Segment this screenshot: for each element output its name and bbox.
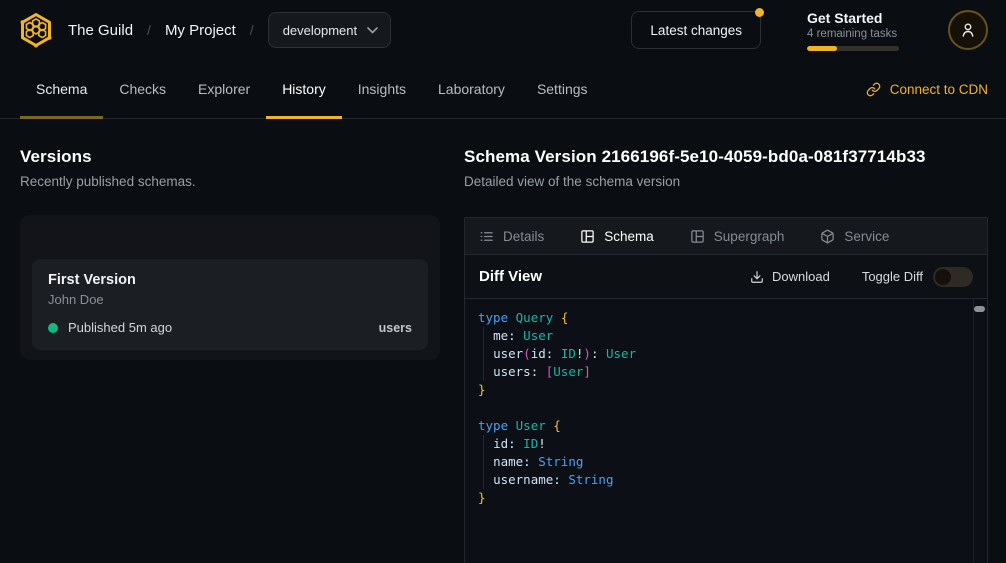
target-selector-value: development bbox=[283, 23, 357, 38]
download-label: Download bbox=[772, 269, 830, 284]
notification-dot bbox=[755, 8, 764, 17]
breadcrumb: The Guild / My Project / development bbox=[68, 12, 391, 48]
graphql-code: type Query { me: User user(id: ID!): Use… bbox=[465, 299, 987, 507]
list-icon bbox=[479, 229, 494, 244]
switch-knob bbox=[935, 269, 951, 285]
version-name: First Version bbox=[48, 272, 412, 288]
code-line: type User { bbox=[478, 417, 963, 435]
schema-version-panel: Schema Version 2166196f-5e10-4059-bd0a-0… bbox=[464, 119, 988, 563]
link-icon bbox=[866, 82, 881, 97]
tab-details[interactable]: Details bbox=[479, 229, 544, 244]
get-started-widget[interactable]: Get Started 4 remaining tasks bbox=[807, 10, 902, 51]
version-author: John Doe bbox=[48, 292, 412, 307]
tab-supergraph-label: Supergraph bbox=[714, 229, 785, 244]
tab-schema[interactable]: Schema bbox=[580, 229, 654, 244]
latest-changes-label: Latest changes bbox=[650, 23, 742, 38]
nav-tab-history[interactable]: History bbox=[266, 60, 342, 118]
nav-tab-laboratory[interactable]: Laboratory bbox=[422, 60, 521, 118]
header-left: The Guild / My Project / development bbox=[16, 10, 391, 50]
code-line bbox=[478, 399, 963, 417]
download-button[interactable]: Download bbox=[750, 269, 830, 284]
scrollbar-thumb[interactable] bbox=[974, 306, 985, 312]
nav-tab-schema[interactable]: Schema bbox=[20, 60, 103, 118]
code-line: user(id: ID!): User bbox=[478, 345, 963, 363]
version-status-row: Published 5m ago users bbox=[48, 320, 412, 335]
get-started-progress-bar bbox=[807, 46, 899, 51]
get-started-title: Get Started bbox=[807, 10, 902, 26]
schema-version-subtitle: Detailed view of the schema version bbox=[464, 174, 988, 189]
diff-view-title: Diff View bbox=[479, 268, 542, 285]
hive-logo[interactable] bbox=[16, 10, 56, 50]
code-line: } bbox=[478, 489, 963, 507]
connect-to-cdn-label: Connect to CDN bbox=[890, 82, 988, 97]
versions-list-card: First Version John Doe Published 5m ago … bbox=[20, 215, 440, 360]
tab-supergraph[interactable]: Supergraph bbox=[690, 229, 785, 244]
code-line: me: User bbox=[478, 327, 963, 345]
diff-toolbar: Diff View Download Toggle Diff bbox=[465, 255, 987, 299]
user-avatar[interactable] bbox=[948, 10, 988, 50]
latest-changes-button[interactable]: Latest changes bbox=[631, 11, 761, 49]
chevron-down-icon bbox=[367, 27, 378, 34]
nav-tabs: Schema Checks Explorer History Insights … bbox=[20, 60, 604, 118]
panels-icon bbox=[580, 229, 595, 244]
tab-service[interactable]: Service bbox=[820, 229, 889, 244]
get-started-subtitle: 4 remaining tasks bbox=[807, 28, 902, 40]
code-line: type Query { bbox=[478, 309, 963, 327]
panels-icon bbox=[690, 229, 705, 244]
header-right: Latest changes Get Started 4 remaining t… bbox=[631, 10, 988, 51]
code-line: name: String bbox=[478, 453, 963, 471]
toggle-diff-switch[interactable] bbox=[933, 267, 973, 287]
main-nav: Schema Checks Explorer History Insights … bbox=[0, 60, 1006, 119]
code-line: users: [User] bbox=[478, 363, 963, 381]
nav-tab-explorer[interactable]: Explorer bbox=[182, 60, 266, 118]
tab-schema-label: Schema bbox=[604, 229, 654, 244]
breadcrumb-project[interactable]: My Project bbox=[165, 22, 236, 39]
nav-tab-checks[interactable]: Checks bbox=[103, 60, 182, 118]
connect-to-cdn-link[interactable]: Connect to CDN bbox=[866, 60, 988, 118]
content-area: Versions Recently published schemas. Fir… bbox=[0, 119, 1006, 563]
toggle-diff-label: Toggle Diff bbox=[862, 269, 923, 284]
tab-service-label: Service bbox=[844, 229, 889, 244]
indent-guide bbox=[483, 435, 484, 489]
diff-actions: Download Toggle Diff bbox=[750, 267, 973, 287]
version-status-text: Published 5m ago bbox=[68, 320, 172, 335]
breadcrumb-org[interactable]: The Guild bbox=[68, 22, 133, 39]
user-icon bbox=[958, 20, 978, 40]
indent-guide bbox=[483, 327, 484, 381]
versions-title: Versions bbox=[20, 147, 440, 167]
published-status-dot bbox=[48, 323, 58, 333]
top-header: The Guild / My Project / development Lat… bbox=[0, 0, 1006, 60]
nav-tab-insights[interactable]: Insights bbox=[342, 60, 422, 118]
schema-code-viewer[interactable]: type Query { me: User user(id: ID!): Use… bbox=[465, 299, 987, 563]
code-line: } bbox=[478, 381, 963, 399]
schema-version-title: Schema Version 2166196f-5e10-4059-bd0a-0… bbox=[464, 147, 988, 167]
breadcrumb-separator: / bbox=[250, 22, 254, 38]
versions-subtitle: Recently published schemas. bbox=[20, 174, 440, 189]
versions-panel: Versions Recently published schemas. Fir… bbox=[20, 119, 440, 563]
scrollbar-track bbox=[973, 299, 974, 563]
nav-tab-settings[interactable]: Settings bbox=[521, 60, 604, 118]
box-icon bbox=[820, 229, 835, 244]
target-selector[interactable]: development bbox=[268, 12, 391, 48]
code-line: username: String bbox=[478, 471, 963, 489]
version-detail-card: Details Schema Supergraph bbox=[464, 217, 988, 563]
detail-tab-bar: Details Schema Supergraph bbox=[465, 218, 987, 255]
download-icon bbox=[750, 270, 764, 284]
toggle-diff-group: Toggle Diff bbox=[862, 267, 973, 287]
breadcrumb-separator: / bbox=[147, 22, 151, 38]
version-service-badge: users bbox=[379, 321, 412, 335]
version-list-item[interactable]: First Version John Doe Published 5m ago … bbox=[32, 259, 428, 350]
get-started-progress-fill bbox=[807, 46, 837, 51]
code-line: id: ID! bbox=[478, 435, 963, 453]
tab-details-label: Details bbox=[503, 229, 544, 244]
